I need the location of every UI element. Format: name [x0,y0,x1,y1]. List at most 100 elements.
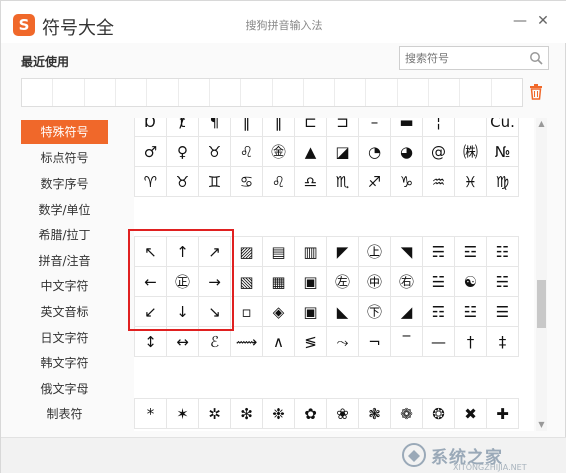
symbol-cell[interactable]: ☰ [486,296,519,327]
category-greek-latin[interactable]: 希腊/拉丁 [21,223,108,247]
minimize-button[interactable]: — [510,11,530,31]
recent-slot[interactable] [398,79,430,106]
symbol-cell[interactable]: ⤳ [326,326,359,357]
symbol-cell[interactable]: Ɒ [134,118,167,137]
recent-slot[interactable] [116,79,148,106]
search-icon[interactable] [529,51,543,65]
symbol-cell[interactable]: ☱ [422,266,455,297]
symbol-cell[interactable]: ▨ [230,236,263,267]
symbol-cell[interactable]: ℰ [198,326,231,357]
symbol-cell[interactable]: ⟿ [230,326,263,357]
symbol-cell[interactable]: ◥ [390,236,423,267]
symbol-cell[interactable]: ↙ [134,296,167,327]
symbol-cell[interactable]: ♌ [230,136,263,167]
search-box[interactable] [399,46,549,70]
scroll-down-arrow-icon[interactable]: ▼ [536,421,547,429]
category-special-symbols[interactable]: 特殊符号 [21,120,108,144]
symbol-cell[interactable]: ▲ [294,136,327,167]
recent-slot[interactable] [304,79,336,106]
symbol-cell[interactable]: ▧ [230,266,263,297]
search-input[interactable] [405,50,525,66]
symbol-cell[interactable]: ☳ [454,296,487,327]
symbol-cell[interactable]: ‖ [262,118,295,137]
symbol-cell[interactable]: ▫ [230,296,263,327]
symbol-cell[interactable]: ▬ [390,118,423,137]
symbol-cell[interactable]: ㊎ [262,136,295,167]
recent-slot[interactable] [492,79,522,106]
symbol-cell[interactable]: ☶ [422,296,455,327]
symbol-cell[interactable]: ‾ [390,326,423,357]
symbol-cell[interactable]: ⊐ [326,118,359,137]
symbol-cell[interactable]: ✲ [198,398,231,429]
symbol-cell[interactable]: ☴ [422,236,455,267]
symbol-cell[interactable]: ◔ [358,136,391,167]
symbol-cell[interactable]: ↗ [198,236,231,267]
symbol-cell[interactable]: ♈ [134,166,167,197]
symbol-cell[interactable]: ♏ [326,166,359,197]
symbol-cell[interactable]: ✿ [294,398,327,429]
symbol-cell[interactable]: ♋ [230,166,263,197]
symbol-cell[interactable]: ♌ [262,166,295,197]
symbol-cell[interactable]: ❂ [422,398,455,429]
category-pinyin-zhuyin[interactable]: 拼音/注音 [21,249,108,273]
symbol-cell[interactable]: ◈ [262,296,295,327]
category-korean[interactable]: 韩文字符 [21,351,108,375]
symbol-cell[interactable]: ㊨ [390,266,423,297]
symbol-cell[interactable]: ㊧ [326,266,359,297]
symbol-cell[interactable]: Cu. [486,118,519,137]
symbol-cell[interactable]: ↕ [134,326,167,357]
recent-slot[interactable] [147,79,179,106]
symbol-cell[interactable]: ❃ [358,398,391,429]
symbol-cell[interactable]: ♓ [454,166,487,197]
symbol-cell[interactable]: ❀ [326,398,359,429]
symbol-cell[interactable]: ↘ [198,296,231,327]
symbol-cell[interactable]: — [422,326,455,357]
symbol-cell[interactable]: ▥ [294,236,327,267]
symbol-cell[interactable]: ✶ [166,398,199,429]
trash-icon[interactable] [529,84,543,100]
recent-slot[interactable] [429,79,461,106]
category-russian[interactable]: 俄文字母 [21,377,108,401]
symbol-cell[interactable]: – [358,118,391,137]
symbol-cell[interactable]: ♐ [358,166,391,197]
symbol-cell[interactable]: ¶ [198,118,231,137]
category-punctuation[interactable]: 标点符号 [21,146,108,170]
symbol-cell[interactable]: ✖ [454,398,487,429]
symbol-cell[interactable]: ◕ [390,136,423,167]
symbol-cell[interactable]: ‖ [230,118,263,137]
recent-slot[interactable] [85,79,116,106]
symbol-cell[interactable]: ≶ [294,326,327,357]
category-box-drawing[interactable]: 制表符 [21,402,108,426]
category-japanese[interactable]: 日文字符 [21,326,108,350]
symbol-cell[interactable]: ⊏ [294,118,327,137]
category-numbering[interactable]: 数字序号 [21,172,108,196]
symbol-cell[interactable]: ♀ [166,136,199,167]
symbol-cell[interactable]: ▤ [262,236,295,267]
symbol-cell[interactable]: * [134,398,167,429]
recent-slot[interactable] [366,79,398,106]
symbol-cell[interactable]: ☯ [454,266,487,297]
recent-slot[interactable] [241,79,273,106]
symbol-cell[interactable]: ↑ [166,236,199,267]
scroll-up-arrow-icon[interactable]: ▲ [536,120,547,128]
symbol-cell[interactable]: ∧ [262,326,295,357]
symbol-cell[interactable]: № [486,136,519,167]
symbol-cell[interactable]: ◤ [326,236,359,267]
symbol-cell[interactable]: ㊤ [358,236,391,267]
symbol-cell[interactable]: @ [422,136,455,167]
symbol-cell[interactable]: ¬ [358,326,391,357]
symbol-cell[interactable]: ▣ [294,296,327,327]
symbol-cell[interactable]: ♒ [422,166,455,197]
symbol-cell[interactable]: ⱦ [166,118,199,137]
symbol-cell[interactable]: ♉ [166,166,199,197]
recent-slot[interactable] [53,79,85,106]
recent-slot[interactable] [335,79,367,106]
vertical-scrollbar[interactable]: ▲ ▼ [536,118,547,431]
symbol-cell[interactable]: ❉ [262,398,295,429]
symbol-cell[interactable]: ◢ [390,296,423,327]
symbol-cell[interactable]: ↖ [134,236,167,267]
category-phonetic[interactable]: 英文音标 [21,300,108,324]
symbol-cell[interactable]: ☷ [486,236,519,267]
symbol-cell[interactable]: ㊦ [358,296,391,327]
symbol-cell[interactable]: ◪ [326,136,359,167]
